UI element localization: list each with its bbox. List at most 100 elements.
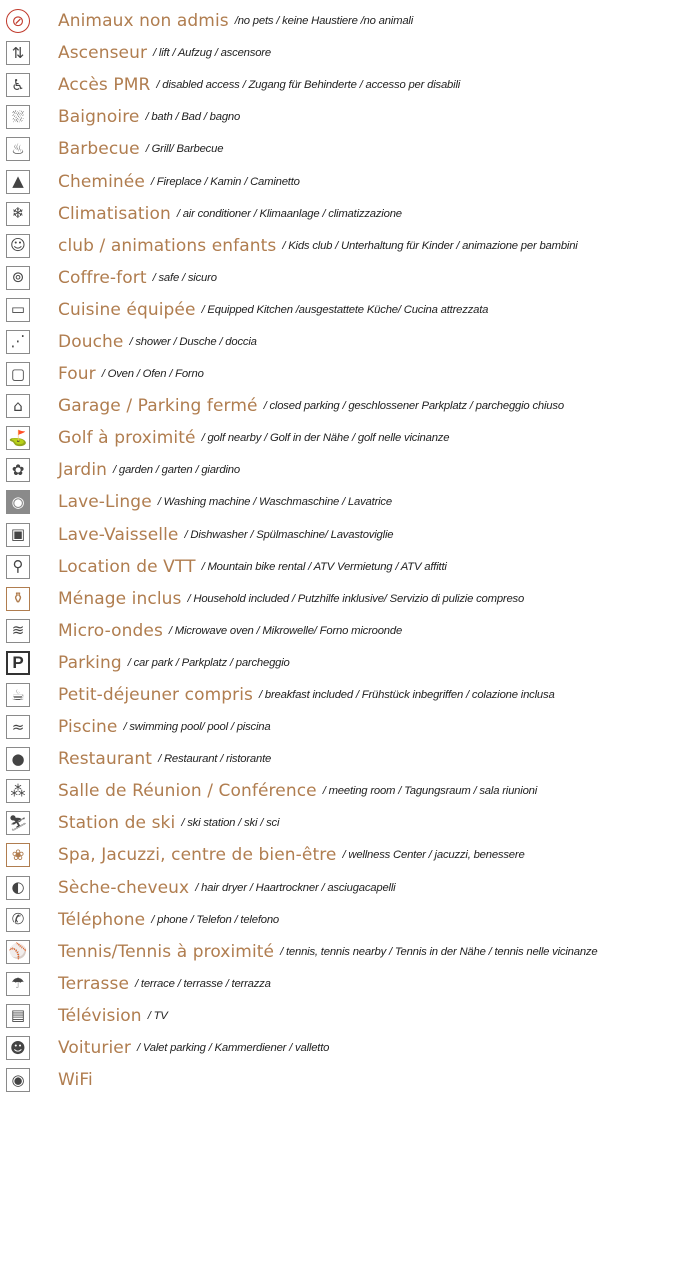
list-item: ◉ WiFi	[6, 1064, 688, 1096]
amenity-label: Petit-déjeuner compris	[58, 685, 253, 706]
amenity-label: Lave-Vaisselle	[58, 524, 179, 545]
dishwasher-icon: ▣	[6, 522, 30, 547]
amenity-translation: / golf nearby / Golf in der Nähe / golf …	[201, 432, 450, 445]
amenity-translation: / swimming pool/ pool / piscina	[123, 721, 271, 734]
amenity-label: Jardin	[58, 460, 108, 481]
amenity-label: Barbecue	[58, 139, 140, 160]
meeting-room-icon: ⁂	[6, 779, 30, 804]
golf-icon: ⛳	[6, 426, 30, 451]
microwave-icon: ≋	[6, 618, 30, 643]
hair-dryer-icon: ◐	[6, 875, 30, 900]
ski-icon: ⛷	[6, 811, 30, 836]
amenity-translation: / terrace / terrasse / terrazza	[135, 977, 271, 990]
amenity-label: Télévision	[58, 1005, 142, 1026]
list-item: ☕ Petit-déjeuner compris / breakfast inclu…	[6, 679, 688, 711]
amenity-translation: / Equipped Kitchen /ausgestattete Küche/…	[201, 303, 489, 316]
parking-icon: P	[6, 650, 30, 675]
list-item: ▢ Four / Oven / Ofen / Forno	[6, 358, 688, 390]
amenity-label: Restaurant	[58, 749, 153, 770]
list-item: ⛷ Station de ski / ski station / ski / sci	[6, 807, 688, 839]
amenity-label: Douche	[58, 331, 124, 352]
amenity-translation: / Oven / Ofen / Forno	[101, 368, 204, 381]
list-item: ☺ club / animations enfants / Kids club / …	[6, 230, 688, 262]
list-item: ☻ Voiturier / Valet parking / Kammerdiener…	[6, 1032, 688, 1064]
amenity-label: Cuisine équipée	[58, 299, 196, 320]
amenity-translation: / breakfast included / Frühstück inbegri…	[259, 689, 555, 702]
amenity-label: Cheminée	[58, 171, 145, 192]
valet-icon: ☻	[6, 1036, 30, 1061]
garage-icon: ⌂	[6, 394, 30, 419]
amenity-label: Climatisation	[58, 203, 171, 224]
amenity-translation: / safe / sicuro	[152, 271, 217, 284]
kids-club-icon: ☺	[6, 233, 30, 258]
wifi-icon: ◉	[6, 1068, 30, 1093]
amenity-label: Accès PMR	[58, 75, 151, 96]
pool-icon: ≈	[6, 715, 30, 740]
amenity-translation: / Household included / Putzhilfe inklusi…	[187, 592, 525, 605]
restaurant-icon: ●	[6, 747, 30, 772]
amenity-label: Piscine	[58, 717, 118, 738]
list-item: ✿ Jardin / garden / garten / giardino	[6, 454, 688, 486]
wheelchair-icon: ♿	[6, 73, 30, 98]
bicycle-icon: ⚲	[6, 554, 30, 579]
list-item: ⚲ Location de VTT / Mountain bike rental /…	[6, 551, 688, 583]
amenity-label: Tennis/Tennis à proximité	[58, 941, 275, 962]
spa-icon: ❀	[6, 843, 30, 868]
amenity-translation: / shower / Dusche / doccia	[129, 335, 257, 348]
breakfast-icon: ☕	[6, 683, 30, 708]
list-item: P Parking / car park / Parkplatz / parcheg…	[6, 647, 688, 679]
amenities-list: ⊘ Animaux non admis/no pets / keine Haust…	[0, 0, 688, 1096]
amenity-translation: / phone / Telefon / telefono	[151, 913, 280, 926]
amenity-translation: / Kids club / Unterhaltung für Kinder / …	[282, 239, 578, 252]
list-item: ● Restaurant / Restaurant / ristorante	[6, 743, 688, 775]
fireplace-icon: ▲	[6, 169, 30, 194]
amenity-translation: / Restaurant / ristorante	[158, 753, 272, 766]
amenity-translation: / ski station / ski / sci	[181, 817, 280, 830]
amenity-label: Animaux non admis	[58, 11, 229, 32]
terrace-icon: ☂	[6, 971, 30, 996]
amenity-label: Baignoire	[58, 107, 140, 128]
amenity-label: Voiturier	[58, 1038, 131, 1059]
amenity-translation: / Mountain bike rental / ATV Vermietung …	[201, 560, 447, 573]
amenity-translation: / bath / Bad / bagno	[145, 111, 241, 124]
no-pets-icon: ⊘	[6, 9, 30, 34]
list-item: ▤ Télévision / TV	[6, 1000, 688, 1032]
list-item: ≈ Piscine / swimming pool/ pool / piscina	[6, 711, 688, 743]
amenity-translation: / lift / Aufzug / ascensore	[153, 47, 271, 60]
list-item: ⁂ Salle de Réunion / Conférence / meeting …	[6, 775, 688, 807]
amenity-translation: / disabled access / Zugang für Behindert…	[156, 79, 461, 92]
amenity-label: Location de VTT	[58, 556, 196, 577]
amenity-label: Golf à proximité	[58, 428, 196, 449]
list-item: ⋰ Douche / shower / Dusche / doccia	[6, 326, 688, 358]
list-item: ▭ Cuisine équipée / Equipped Kitchen /ausg…	[6, 294, 688, 326]
amenity-label: Terrasse	[58, 973, 130, 994]
garden-icon: ✿	[6, 458, 30, 483]
oven-icon: ▢	[6, 362, 30, 387]
list-item: ♿ Accès PMR / disabled access / Zugang für…	[6, 69, 688, 101]
amenity-label: Téléphone	[58, 909, 146, 930]
amenity-translation: / car park / Parkplatz / parcheggio	[127, 656, 290, 669]
amenity-label: Four	[58, 364, 96, 385]
amenity-label: Ascenseur	[58, 43, 148, 64]
amenity-translation: / Grill/ Barbecue	[145, 143, 224, 156]
phone-icon: ✆	[6, 907, 30, 932]
list-item: ≋ Micro-ondes / Microwave oven / Mikrowell…	[6, 615, 688, 647]
amenity-label: Garage / Parking fermé	[58, 396, 258, 417]
amenity-label: Coffre-fort	[58, 267, 147, 288]
amenity-translation: / Fireplace / Kamin / Caminetto	[150, 175, 300, 188]
amenity-label: Spa, Jacuzzi, centre de bien-être	[58, 845, 337, 866]
list-item: ⇅ Ascenseur / lift / Aufzug / ascensore	[6, 37, 688, 69]
list-item: ▣ Lave-Vaisselle / Dishwasher / Spülmaschi…	[6, 519, 688, 551]
list-item: ▲ Cheminée / Fireplace / Kamin / Caminetto	[6, 165, 688, 197]
amenity-translation: / hair dryer / Haartrockner / asciugacap…	[195, 881, 396, 894]
amenity-label: Station de ski	[58, 813, 176, 834]
amenity-translation: / air conditioner / Klimaanlage / climat…	[176, 207, 402, 220]
elevator-icon: ⇅	[6, 41, 30, 66]
amenity-translation: /no pets / keine Haustiere /no animali	[234, 15, 414, 28]
list-item: ♨ Barbecue / Grill/ Barbecue	[6, 133, 688, 165]
list-item: ☂ Terrasse / terrace / terrasse / terrazza	[6, 968, 688, 1000]
snowflake-icon: ❄	[6, 201, 30, 226]
barbecue-icon: ♨	[6, 137, 30, 162]
safe-icon: ⊚	[6, 265, 30, 290]
list-item: ⊚ Coffre-fort / safe / sicuro	[6, 262, 688, 294]
